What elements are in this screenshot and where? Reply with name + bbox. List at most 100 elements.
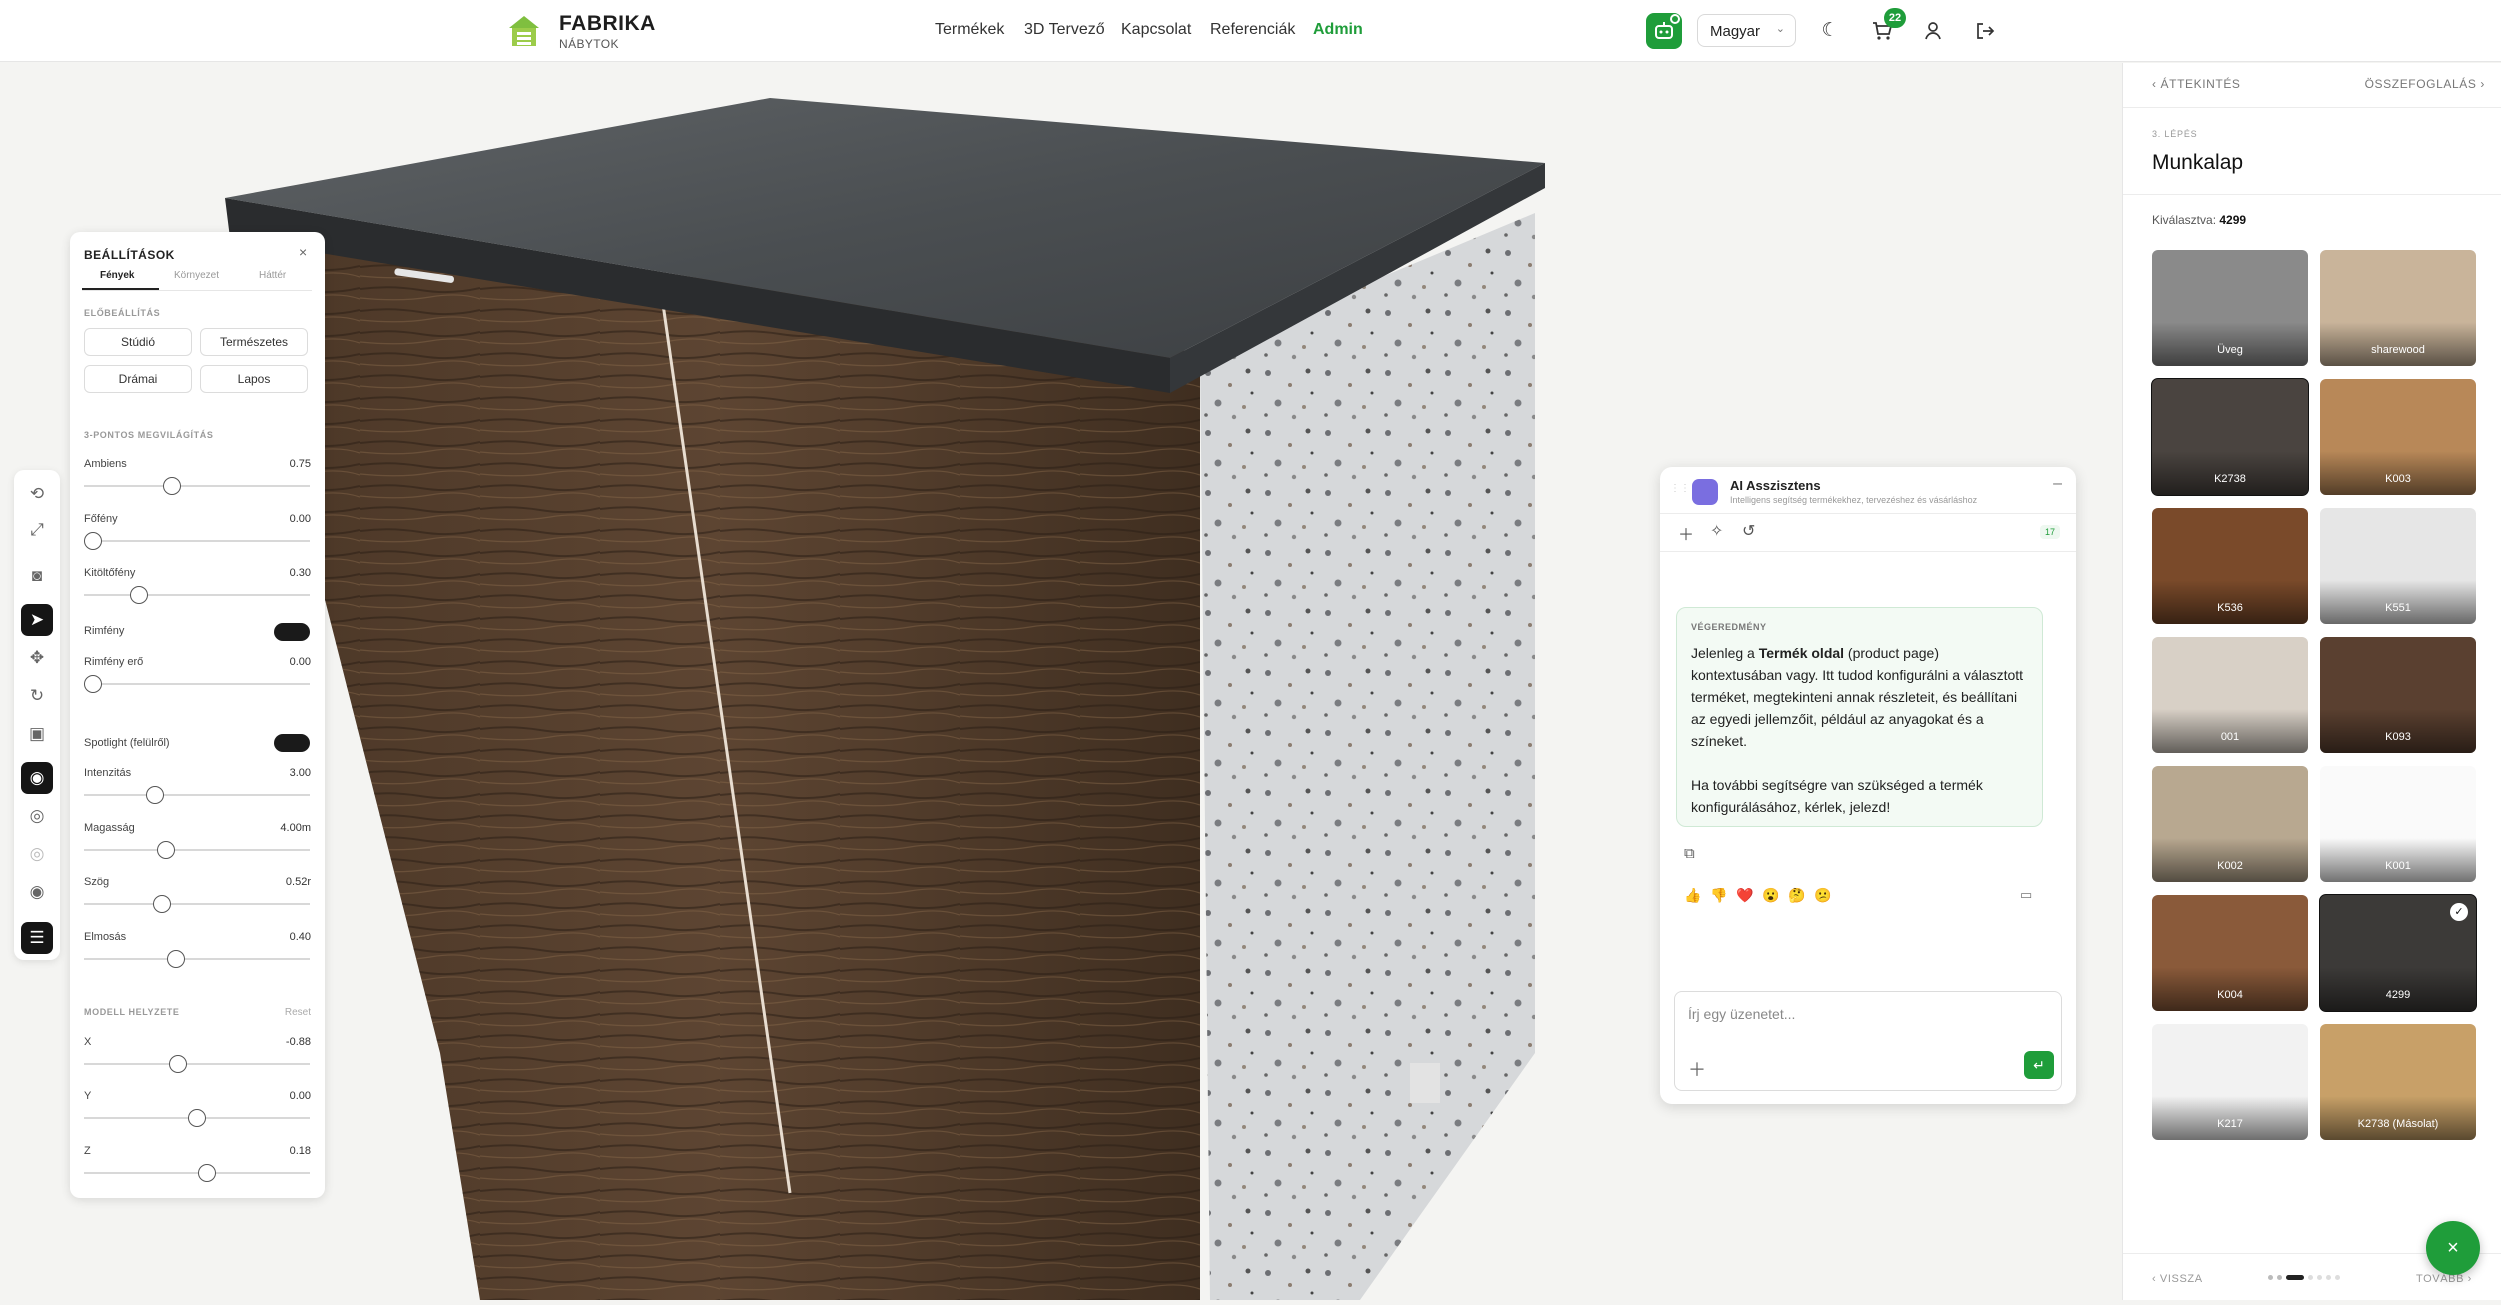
tab-lights[interactable]: Fények xyxy=(100,270,134,281)
angle-slider-handle[interactable] xyxy=(152,895,171,913)
step-dot[interactable] xyxy=(2317,1275,2322,1280)
back-overview-link[interactable]: ‹ ÁTTEKINTÉS xyxy=(2152,77,2241,91)
material-swatch[interactable]: K003 xyxy=(2320,379,2476,495)
height-slider[interactable] xyxy=(84,841,310,859)
thumbs-up-icon[interactable]: 👍 xyxy=(1684,887,1701,904)
material-swatch[interactable]: K001 xyxy=(2320,766,2476,882)
nav-references[interactable]: Referenciák xyxy=(1210,21,1295,39)
tab-environment[interactable]: Környezet xyxy=(174,270,219,281)
language-select[interactable]: Magyar ⌄ xyxy=(1697,14,1796,47)
chat-input-box[interactable]: Írj egy üzenetet... ＋ ↵ xyxy=(1674,991,2062,1091)
shading-alt-icon[interactable]: ◎ xyxy=(21,838,53,870)
copy-icon[interactable]: ⧉ xyxy=(1684,845,1695,862)
wow-icon[interactable]: 😮 xyxy=(1762,887,1779,904)
material-swatch[interactable]: K2738 xyxy=(2151,378,2309,496)
key-light-slider[interactable] xyxy=(84,532,310,550)
reset-button[interactable]: Reset xyxy=(285,1007,311,1018)
nav-contact[interactable]: Kapcsolat xyxy=(1121,21,1191,39)
preset-flat-button[interactable]: Lapos xyxy=(200,365,308,393)
eye-icon[interactable]: ◉ xyxy=(21,876,53,908)
thinking-icon[interactable]: 🤔 xyxy=(1788,887,1805,904)
height-slider-handle[interactable] xyxy=(156,841,175,859)
step-dot[interactable] xyxy=(2326,1275,2331,1280)
nav-products[interactable]: Termékek xyxy=(935,21,1004,39)
close-fab-button[interactable]: × xyxy=(2426,1221,2480,1275)
position-z-slider-handle[interactable] xyxy=(198,1164,217,1182)
settings-sliders-icon[interactable]: ☰ xyxy=(21,922,53,954)
confused-icon[interactable]: 😕 xyxy=(1814,887,1831,904)
material-swatch[interactable]: K093 xyxy=(2320,637,2476,753)
brand-title[interactable]: FABRIKA xyxy=(559,12,656,36)
material-swatch[interactable]: K217 xyxy=(2152,1024,2308,1140)
rimlight-strength-slider[interactable] xyxy=(84,675,310,693)
drag-handle-icon[interactable]: ⋮⋮ xyxy=(1670,483,1690,494)
move-icon[interactable]: ✥ xyxy=(21,642,53,674)
step-dot-active[interactable] xyxy=(2286,1275,2304,1280)
key-light-slider-handle[interactable] xyxy=(84,532,102,550)
logo-icon[interactable] xyxy=(505,12,543,50)
material-swatch[interactable]: K002 xyxy=(2152,766,2308,882)
spotlight-toggle[interactable] xyxy=(274,734,310,752)
fill-light-slider-handle[interactable] xyxy=(129,586,148,604)
material-swatch[interactable]: 001 xyxy=(2152,637,2308,753)
step-dot[interactable] xyxy=(2268,1275,2273,1280)
attach-icon[interactable]: ＋ xyxy=(1688,1056,1706,1082)
material-swatch[interactable]: K551 xyxy=(2320,508,2476,624)
step-dot[interactable] xyxy=(2308,1275,2313,1280)
preset-natural-button[interactable]: Természetes xyxy=(200,328,308,356)
logout-icon[interactable] xyxy=(1972,18,1998,44)
rotate-view-icon[interactable]: ⟲ xyxy=(21,478,53,510)
fullscreen-icon[interactable]: ⤢ xyxy=(21,514,53,546)
thumbs-down-icon[interactable]: 👎 xyxy=(1710,887,1727,904)
nav-admin[interactable]: Admin xyxy=(1313,21,1363,39)
ai-bot-button[interactable] xyxy=(1646,13,1682,49)
material-swatch[interactable]: sharewood xyxy=(2320,250,2476,366)
material-swatch[interactable]: K2738 (Másolat) xyxy=(2320,1024,2476,1140)
rimlight-toggle[interactable] xyxy=(274,623,310,641)
next-summary-link[interactable]: ÖSSZEFOGLALÁS › xyxy=(2365,77,2485,91)
minimize-icon[interactable]: – xyxy=(2053,475,2062,493)
ambient-slider[interactable] xyxy=(84,477,310,495)
heart-icon[interactable]: ❤️ xyxy=(1736,887,1753,904)
history-icon[interactable]: ↺ xyxy=(1742,521,1755,541)
image-icon[interactable]: ▣ xyxy=(21,718,53,750)
position-z-slider[interactable] xyxy=(84,1164,310,1182)
nav-3d-designer[interactable]: 3D Tervező xyxy=(1024,21,1105,39)
shading-icon[interactable]: ◎ xyxy=(21,800,53,832)
angle-slider[interactable] xyxy=(84,895,310,913)
position-y-slider-handle[interactable] xyxy=(188,1109,206,1127)
material-swatch[interactable]: 4299 ✓ xyxy=(2319,894,2477,1012)
fill-light-slider[interactable] xyxy=(84,586,310,604)
material-swatch[interactable]: K004 xyxy=(2152,895,2308,1011)
blur-slider[interactable] xyxy=(84,950,310,968)
sparkle-icon[interactable]: ✧ xyxy=(1710,521,1723,541)
comment-icon[interactable]: ▭ xyxy=(2020,887,2032,903)
ambient-slider-handle[interactable] xyxy=(163,477,182,495)
step-dot[interactable] xyxy=(2335,1275,2340,1280)
moon-icon[interactable]: ☾ xyxy=(1817,18,1843,44)
step-dot[interactable] xyxy=(2277,1275,2282,1280)
preset-dramatic-button[interactable]: Drámai xyxy=(84,365,192,393)
material-swatch[interactable]: Üveg xyxy=(2152,250,2308,366)
intensity-slider-handle[interactable] xyxy=(146,786,165,804)
blur-slider-handle[interactable] xyxy=(167,950,186,968)
new-chat-icon[interactable]: ＋ xyxy=(1678,521,1694,545)
position-y-slider[interactable] xyxy=(84,1109,310,1127)
next-button[interactable]: TOVÁBB › xyxy=(2416,1273,2472,1285)
close-icon[interactable]: × xyxy=(299,244,307,260)
preset-studio-button[interactable]: Stúdió xyxy=(84,328,192,356)
camera-icon[interactable]: ◙ xyxy=(21,560,53,592)
rimlight-strength-slider-handle[interactable] xyxy=(84,675,102,693)
intensity-slider[interactable] xyxy=(84,786,310,804)
rotate-icon[interactable]: ↻ xyxy=(21,680,53,712)
select-pointer-icon[interactable]: ➤ xyxy=(21,604,53,636)
tab-background[interactable]: Háttér xyxy=(259,270,286,281)
light-mode-icon[interactable]: ◉ xyxy=(21,762,53,794)
material-swatch[interactable]: K536 xyxy=(2152,508,2308,624)
user-icon[interactable] xyxy=(1920,18,1946,44)
send-button[interactable]: ↵ xyxy=(2024,1051,2054,1079)
position-x-slider-handle[interactable] xyxy=(169,1055,188,1073)
position-x-slider[interactable] xyxy=(84,1055,310,1073)
back-button[interactable]: ‹ VISSZA xyxy=(2152,1273,2203,1285)
chat-input[interactable]: Írj egy üzenetet... xyxy=(1688,1006,1795,1022)
